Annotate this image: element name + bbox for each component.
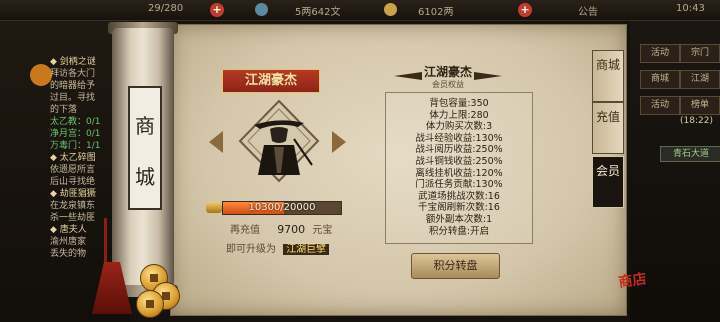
menu-button-ranking[interactable]: 榜单 (680, 96, 720, 115)
recharge-line: 再充值 9700 元宝 (230, 221, 332, 236)
gold-ingot-icon (206, 202, 222, 213)
benefit-item: 战斗经验收益:130% (415, 132, 503, 144)
menu-button-jianghu[interactable]: 江湖 (680, 70, 720, 89)
menu-button-event[interactable]: 活动 (640, 96, 680, 115)
quest-line: 后山寻找绝 (50, 177, 96, 187)
upgrade-label: 即可升级为 (226, 244, 276, 255)
points-wheel-button[interactable]: 积分转盘 (411, 253, 500, 279)
benefit-item: 额外副本次数:1 (425, 214, 493, 225)
quest-line: 渝州唐家 (50, 237, 87, 247)
menu-button-shop[interactable]: 商城 (640, 70, 680, 89)
event-timer: (18:22) (680, 116, 713, 126)
quest-tracker-icon[interactable] (30, 64, 52, 86)
add-silver-button[interactable]: + (518, 3, 532, 17)
benefit-item: 体力上限:280 (429, 109, 489, 121)
silver-amount: 6102两 (418, 7, 454, 18)
clock: 10:43 (676, 3, 705, 14)
quest-line: 拜访各大门 (50, 69, 96, 79)
tab-recharge[interactable]: 充值 (592, 102, 624, 154)
tab-shop-label: 商城 (595, 58, 620, 72)
quest-line: 依遗愿所言 (50, 165, 96, 175)
quest-list: ◆ 剑柄之谜 拜访各大门的暗器给予过目。寻找的下落太乙教：0/1 净月宫：0/1 万毒… (50, 56, 112, 260)
quest-line: 的暗器给予 (50, 81, 96, 91)
quest-line[interactable]: ◆ 太乙碎图 (50, 152, 112, 164)
vip-exp-bar: 10300/20000 (222, 201, 342, 215)
menu-button-sect[interactable]: 宗门 (680, 44, 720, 63)
tassel-cord (104, 218, 107, 268)
coin-icon (136, 290, 164, 318)
scroll-title-bottom: 城 (135, 165, 155, 189)
prev-level-button[interactable] (209, 131, 223, 153)
quest-line[interactable]: ◆ 剑柄之谜 (50, 56, 112, 68)
quest-line: 净月宫：0/1 (50, 129, 101, 139)
tab-shop[interactable]: 商城 (592, 50, 624, 102)
benefits-list: 背包容量:350 体力上限:280 体力购买次数:3 战斗经验收益:130% 战斗阅历收… (385, 92, 533, 244)
player-tag[interactable]: 青石大道 (660, 146, 720, 162)
tab-vip-label: 会员 (595, 164, 620, 178)
benefit-item: 积分转盘:开启 (428, 225, 490, 237)
recharge-unit: 元宝 (312, 225, 333, 236)
benefits-title: 江湖豪杰 (423, 65, 472, 79)
quest-line: 过目。寻找 (50, 93, 96, 103)
copper-icon (255, 3, 268, 16)
benefit-item: 战斗铜钱收益:250% (415, 156, 503, 167)
tab-recharge-label: 充值 (595, 110, 620, 124)
vip-emblem-icon (238, 99, 320, 183)
benefits-subtitle: 会员权益 (432, 80, 464, 89)
tab-vip[interactable]: 会员 (592, 156, 624, 208)
quest-line: 在龙泉镇东 (50, 201, 96, 211)
upgrade-line: 即可升级为 江湖巨擘 (226, 240, 330, 255)
quest-line: 的下落 (50, 105, 78, 115)
silver-icon (384, 3, 397, 16)
quest-line[interactable]: ◆ 劫匪猖獗 (50, 188, 112, 200)
benefit-item: 千宝阁刷新次数:16 (418, 202, 500, 214)
upgrade-level-name: 江湖巨擘 (283, 244, 330, 255)
quest-line: 万毒门：1/1 (50, 141, 101, 151)
benefit-item: 战斗阅历收益:250% (415, 144, 503, 156)
next-level-button[interactable] (332, 131, 346, 153)
scroll-title: 商 城 (128, 86, 162, 210)
benefit-item: 离线挂机收益:120% (415, 167, 503, 179)
shop-seal: 商店 (617, 271, 648, 291)
copper-amount: 5两642文 (295, 7, 341, 18)
recharge-label: 再充值 (230, 225, 260, 236)
quest-line[interactable]: ◆ 唐夫人 (50, 224, 112, 236)
benefit-item: 体力购买次数:3 (425, 121, 493, 133)
add-energy-button[interactable]: + (210, 3, 224, 17)
recharge-amount: 9700 (277, 223, 306, 236)
quest-line: 杀一些劫匪 (50, 213, 96, 223)
menu-button-activity[interactable]: 活动 (640, 44, 680, 63)
benefit-item: 武道场挑战次数:16 (418, 190, 500, 202)
vip-title-banner: 江湖豪杰 (222, 69, 320, 93)
benefit-item: 门派任务贡献:130% (415, 179, 503, 191)
top-resource-bar: 29/280 + 5两642文 6102两 + 公告 10:43 (0, 0, 720, 21)
notice-button[interactable]: 公告 (578, 3, 598, 18)
benefit-item: 背包容量:350 (429, 98, 489, 109)
vip-exp-text: 10300/20000 (248, 202, 316, 213)
quest-line: 丢失的物 (50, 249, 87, 259)
quest-line: 太乙教：0/1 (50, 117, 101, 127)
scroll-title-top: 商 (135, 114, 155, 138)
progress-text: 29/280 (148, 3, 184, 14)
